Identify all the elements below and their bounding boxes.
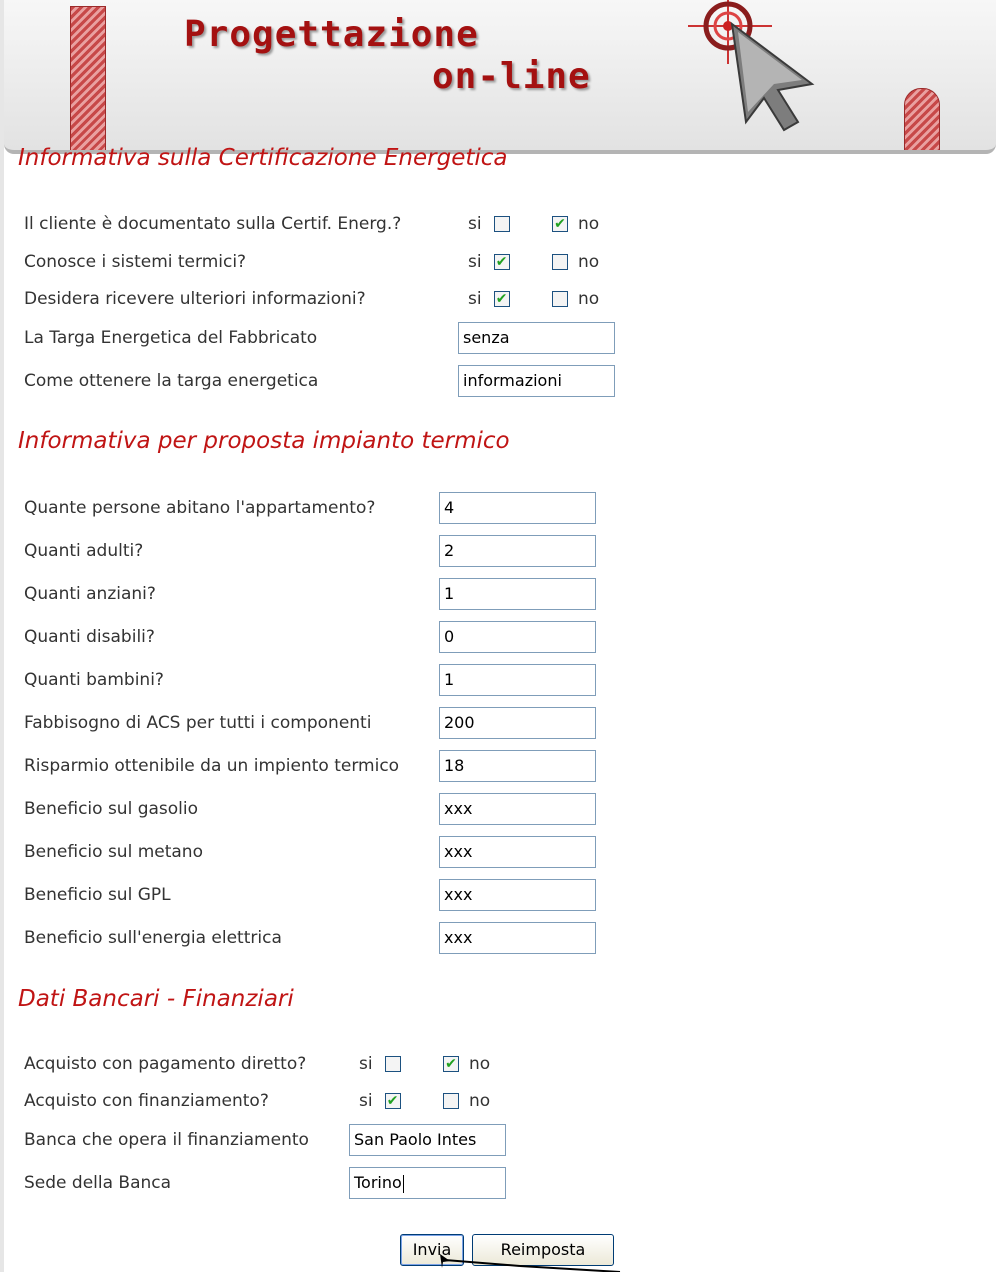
field-row-banca: Banca che opera il finanziamento San Pao… [0, 1123, 999, 1157]
section-title-bancari: Dati Bancari - Finanziari [18, 986, 294, 1012]
option-si: si ✔ [468, 282, 510, 316]
mouse-pointer-icon [440, 1254, 621, 1272]
option-si: si ✔ [359, 1084, 401, 1118]
text-input[interactable]: xxx [439, 879, 596, 911]
site-title-line2: on-line [432, 56, 591, 97]
field-label: Banca che opera il finanziamento [24, 1130, 309, 1150]
checkbox-no[interactable] [552, 254, 568, 270]
question-row-documentato: Il cliente è documentato sulla Certif. E… [0, 207, 999, 241]
text-input[interactable]: 1 [439, 664, 596, 696]
section-title-certificazione: Informativa sulla Certificazione Energet… [18, 145, 508, 171]
question-label: Conosce i sistemi termici? [24, 252, 247, 272]
question-label: Acquisto con pagamento diretto? [24, 1054, 307, 1074]
question-row-sistemi-termici: Conosce i sistemi termici? si ✔ no [0, 245, 999, 279]
text-input[interactable]: xxx [439, 922, 596, 954]
question-label: Desidera ricevere ulteriori informazioni… [24, 289, 366, 309]
field-label: Quanti adulti? [24, 541, 144, 561]
text-input[interactable]: 4 [439, 492, 596, 524]
field-label: Sede della Banca [24, 1173, 172, 1193]
field-row-ottenere-targa: Come ottenere la targa energetica inform… [0, 364, 999, 398]
field-row-sede-banca: Sede della Banca Torino [0, 1166, 999, 1200]
option-no: no [552, 245, 599, 279]
field-label: Quanti anziani? [24, 584, 156, 604]
text-input[interactable]: 18 [439, 750, 596, 782]
checkbox-no[interactable] [443, 1093, 459, 1109]
field-label: La Targa Energetica del Fabbricato [24, 328, 318, 348]
section-title-impianto: Informativa per proposta impianto termic… [18, 428, 510, 454]
field-label: Quante persone abitano l'appartamento? [24, 498, 376, 518]
text-input[interactable]: 0 [439, 621, 596, 653]
question-row-pagamento-diretto: Acquisto con pagamento diretto? si ✔ no [0, 1047, 999, 1081]
site-title-line1: Progettazione [184, 14, 479, 55]
checkbox-si[interactable]: ✔ [493, 291, 510, 307]
text-input[interactable]: senza [458, 322, 615, 354]
text-input[interactable]: informazioni [458, 365, 615, 397]
text-input[interactable]: 2 [439, 535, 596, 567]
field-row-gpl: Beneficio sul GPL xxx [0, 878, 999, 912]
field-row-targa-fabbricato: La Targa Energetica del Fabbricato senza [0, 321, 999, 355]
checkbox-no[interactable]: ✔ [443, 1056, 459, 1072]
field-row-persone: Quante persone abitano l'appartamento? 4 [0, 491, 999, 525]
option-si: si [468, 207, 510, 241]
checkbox-si[interactable]: ✔ [384, 1093, 401, 1109]
checkbox-no[interactable]: ✔ [552, 216, 568, 232]
field-label: Beneficio sull'energia elettrica [24, 928, 282, 948]
field-row-energia-elettrica: Beneficio sull'energia elettrica xxx [0, 921, 999, 955]
question-row-finanziamento: Acquisto con finanziamento? si ✔ no [0, 1084, 999, 1118]
crosshair-cursor-icon [688, 0, 815, 132]
decorative-stripe-left [70, 6, 106, 150]
field-row-metano: Beneficio sul metano xxx [0, 835, 999, 869]
field-row-risparmio: Risparmio ottenibile da un impiento term… [0, 749, 999, 783]
question-label: Il cliente è documentato sulla Certif. E… [24, 214, 402, 234]
field-row-adulti: Quanti adulti? 2 [0, 534, 999, 568]
decorative-stripe-right [904, 88, 940, 150]
question-row-ulteriori-info: Desidera ricevere ulteriori informazioni… [0, 282, 999, 316]
checkbox-si[interactable] [384, 1056, 401, 1072]
option-no: ✔ no [443, 1047, 490, 1081]
text-input[interactable]: xxx [439, 793, 596, 825]
option-no: ✔ no [552, 207, 599, 241]
checkbox-no[interactable] [552, 291, 568, 307]
field-label: Quanti disabili? [24, 627, 155, 647]
text-input[interactable]: xxx [439, 836, 596, 868]
field-row-gasolio: Beneficio sul gasolio xxx [0, 792, 999, 826]
text-input[interactable]: San Paolo Intes [349, 1124, 506, 1156]
field-row-anziani: Quanti anziani? 1 [0, 577, 999, 611]
field-label: Beneficio sul gasolio [24, 799, 199, 819]
option-si: si ✔ [468, 245, 510, 279]
field-row-bambini: Quanti bambini? 1 [0, 663, 999, 697]
header-banner: Progettazione on-line [4, 0, 996, 154]
option-no: no [443, 1084, 490, 1118]
option-no: no [552, 282, 599, 316]
field-label: Beneficio sul GPL [24, 885, 171, 905]
checkbox-si[interactable] [493, 216, 510, 232]
field-label: Risparmio ottenibile da un impiento term… [24, 756, 400, 776]
text-input-focused[interactable]: Torino [349, 1167, 506, 1199]
text-caret [402, 1174, 404, 1193]
question-label: Acquisto con finanziamento? [24, 1091, 269, 1111]
field-label: Fabbisogno di ACS per tutti i componenti [24, 713, 372, 733]
field-row-fabbisogno-acs: Fabbisogno di ACS per tutti i componenti… [0, 706, 999, 740]
field-label: Beneficio sul metano [24, 842, 203, 862]
text-input[interactable]: 1 [439, 578, 596, 610]
text-input[interactable]: 200 [439, 707, 596, 739]
field-label: Quanti bambini? [24, 670, 164, 690]
option-si: si [359, 1047, 401, 1081]
field-label: Come ottenere la targa energetica [24, 371, 319, 391]
checkbox-si[interactable]: ✔ [493, 254, 510, 270]
field-row-disabili: Quanti disabili? 0 [0, 620, 999, 654]
input-value: Torino [354, 1173, 402, 1192]
